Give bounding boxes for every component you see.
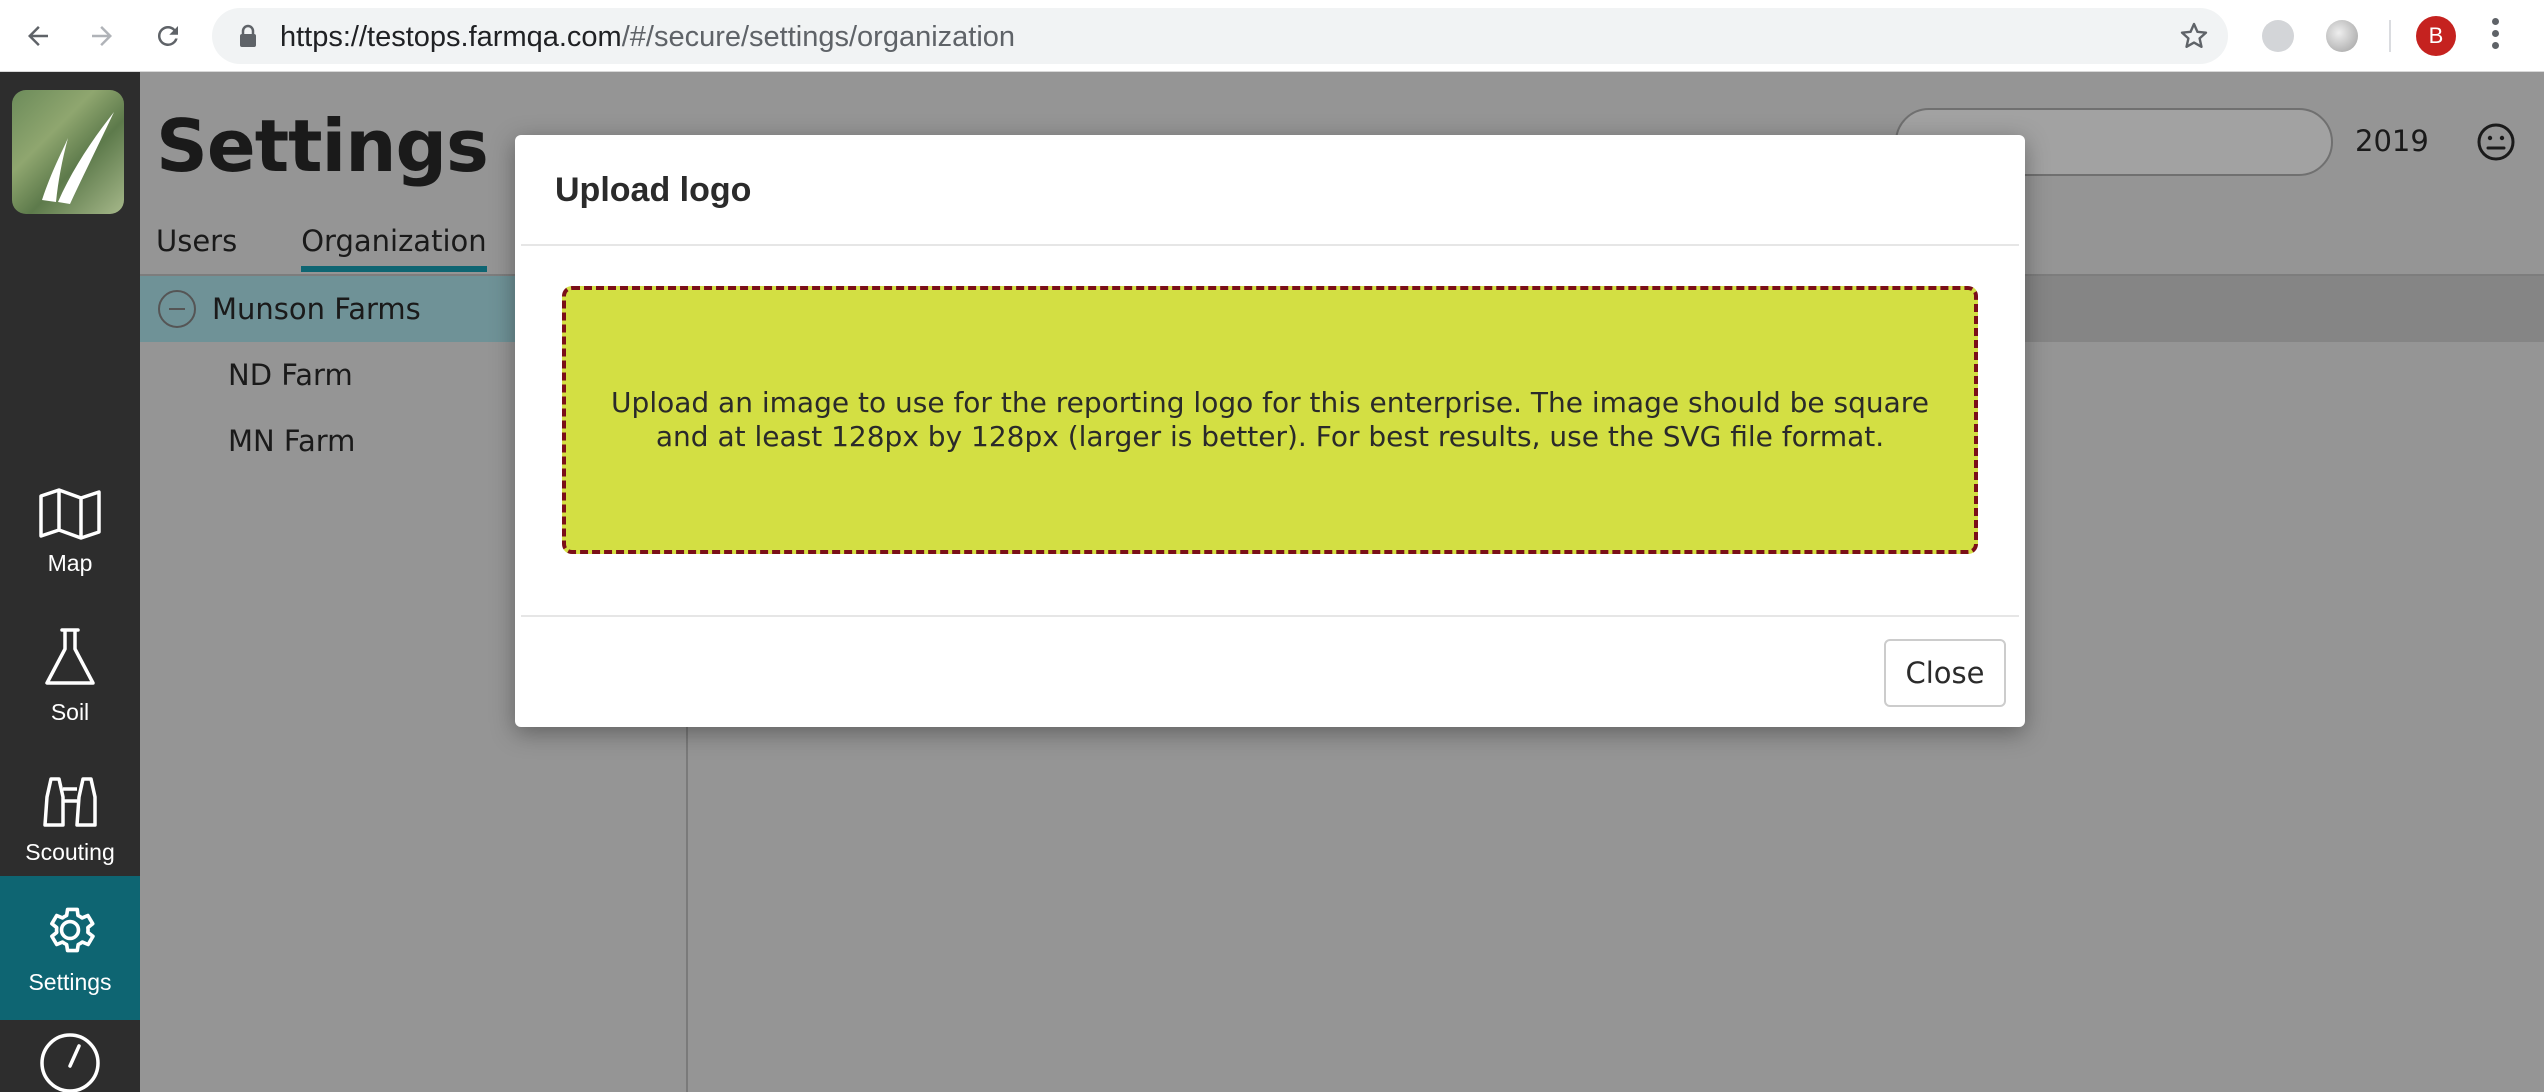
close-button[interactable]: Close	[1884, 639, 2006, 707]
browser-toolbar: https://testops.farmqa.com/#/secure/sett…	[0, 0, 2544, 72]
flask-icon	[45, 627, 95, 685]
browser-menu-icon[interactable]	[2492, 18, 2502, 54]
extension-globe-icon[interactable]	[2326, 20, 2358, 52]
profile-avatar[interactable]: B	[2416, 16, 2456, 56]
reload-icon	[157, 25, 178, 46]
sidebar-item-settings[interactable]: Settings	[0, 876, 140, 1020]
tree-root-label: Munson Farms	[212, 292, 421, 326]
address-bar[interactable]: https://testops.farmqa.com/#/secure/sett…	[212, 8, 2228, 64]
sidebar-item-label: Scouting	[25, 838, 115, 865]
sidebar-item-label: Settings	[28, 968, 112, 995]
sidebar-item-scouting[interactable]: Scouting	[0, 748, 140, 892]
url-path: /#/secure/settings/organization	[621, 21, 1016, 53]
dropzone-instructions: Upload an image to use for the reporting…	[611, 386, 1929, 453]
collapse-minus-icon[interactable]	[158, 290, 196, 328]
extension-icon[interactable]	[2262, 20, 2294, 52]
year-selector[interactable]: 2019	[2355, 124, 2429, 158]
tree-item-mn-farm[interactable]: MN Farm	[228, 424, 355, 458]
toolbar-divider	[2389, 20, 2391, 52]
bookmark-star-icon[interactable]	[2178, 20, 2210, 52]
binoculars-icon	[43, 776, 97, 827]
feedback-smiley-icon[interactable]	[2476, 122, 2516, 162]
app-sidebar: Map Soil Scouting Settings	[0, 72, 140, 1092]
tab-users[interactable]: Users	[156, 224, 237, 272]
settings-tabs: Users Organization	[156, 224, 551, 272]
reload-button[interactable]	[146, 14, 190, 58]
sidebar-item-gauge[interactable]	[0, 1020, 140, 1092]
leaf-logo-icon	[42, 112, 114, 204]
modal-title: Upload logo	[555, 171, 752, 209]
sidebar-item-soil[interactable]: Soil	[0, 604, 140, 748]
app-logo[interactable]	[12, 90, 124, 214]
map-icon	[39, 487, 101, 540]
lock-icon	[240, 24, 256, 47]
modal-footer-divider	[521, 615, 2019, 617]
sidebar-item-label: Map	[47, 549, 93, 576]
tree-item-nd-farm[interactable]: ND Farm	[228, 358, 353, 392]
arrow-left-icon	[28, 26, 48, 46]
gauge-icon	[40, 1033, 100, 1092]
gear-icon	[50, 907, 95, 952]
sidebar-item-label: Soil	[50, 698, 90, 725]
logo-dropzone[interactable]: Upload an image to use for the reporting…	[562, 286, 1978, 554]
tab-organization[interactable]: Organization	[301, 224, 487, 272]
sidebar-item-map[interactable]: Map	[0, 460, 140, 604]
modal-header-divider	[521, 244, 2019, 246]
url-host: https://testops.farmqa.com	[280, 21, 622, 53]
forward-button[interactable]	[80, 14, 124, 58]
page-title: Settings	[156, 104, 489, 188]
upload-logo-modal: Upload logo Upload an image to use for t…	[515, 135, 2025, 727]
back-button[interactable]	[16, 14, 60, 58]
url-text: https://testops.farmqa.com/#/secure/sett…	[280, 21, 1015, 54]
arrow-right-icon	[92, 26, 112, 46]
